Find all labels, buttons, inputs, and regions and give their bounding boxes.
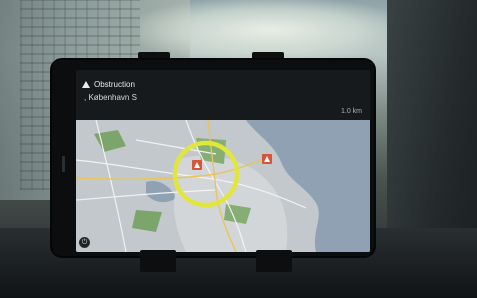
map-view[interactable]: ⏻ xyxy=(76,120,370,252)
mount-clip-bottom-left xyxy=(140,250,176,272)
hazard-marker-icon[interactable] xyxy=(192,160,202,170)
tablet-device: Obstruction , København S 1.0 km ⏻ xyxy=(50,58,376,258)
status-bar xyxy=(76,70,370,78)
mount-clip-bottom-right xyxy=(256,250,292,272)
power-icon[interactable]: ⏻ xyxy=(79,237,90,248)
tablet-home-button[interactable] xyxy=(62,156,65,172)
alert-distance: 1.0 km xyxy=(340,108,362,115)
alert-location: , København S xyxy=(84,93,137,102)
alert-header[interactable]: Obstruction , København S 1.0 km xyxy=(76,78,370,120)
map-canvas[interactable] xyxy=(76,120,370,252)
navigation-screen: Obstruction , København S 1.0 km ⏻ xyxy=(76,70,370,252)
alert-title: Obstruction xyxy=(94,80,135,89)
car-interior-scene: Obstruction , København S 1.0 km ⏻ xyxy=(0,0,477,298)
windshield-glare xyxy=(140,0,400,60)
hazard-marker-icon[interactable] xyxy=(262,154,272,164)
warning-triangle-icon xyxy=(82,81,90,88)
